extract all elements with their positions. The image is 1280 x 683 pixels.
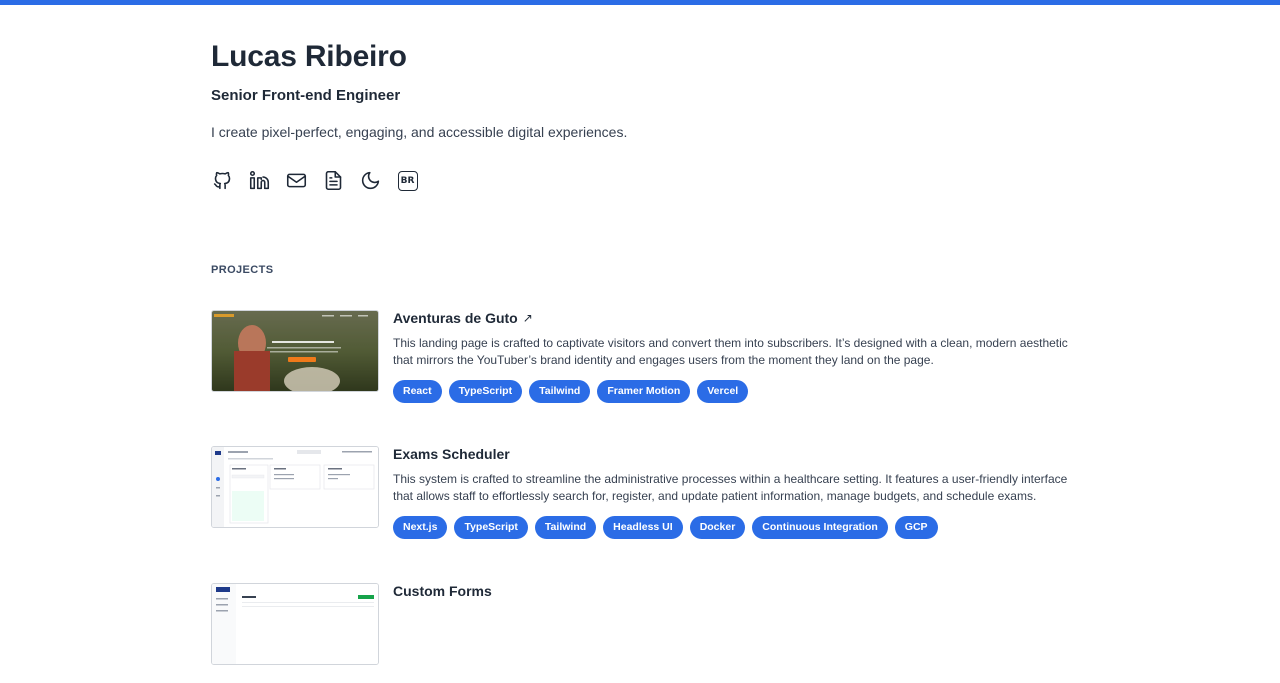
project-details: Aventuras de Guto ↗ This landing page is… xyxy=(393,310,1071,403)
moon-icon xyxy=(361,171,380,190)
top-accent-bar xyxy=(0,0,1280,5)
language-toggle-button[interactable]: BR xyxy=(396,169,419,192)
tech-tag: Next.js xyxy=(393,516,448,539)
tech-tag: Continuous Integration xyxy=(752,516,888,539)
tech-tag: Docker xyxy=(689,516,746,539)
project-title: Aventuras de Guto xyxy=(393,310,518,326)
tech-tag: Tailwind xyxy=(529,380,591,403)
resume-link[interactable] xyxy=(322,169,345,192)
app-screenshot-image xyxy=(212,447,378,527)
app-screenshot-image xyxy=(212,584,378,664)
project-description: This landing page is crafted to captivat… xyxy=(393,336,1068,367)
tech-tag: Tailwind xyxy=(534,516,597,539)
linkedin-link[interactable] xyxy=(248,169,271,192)
tech-tag: TypeScript xyxy=(448,380,523,403)
project-card: Exams Scheduler This system is crafted t… xyxy=(211,446,1071,546)
project-thumbnail[interactable] xyxy=(211,446,379,528)
project-details: Custom Forms xyxy=(393,583,1071,599)
project-description: This system is crafted to streamline the… xyxy=(393,472,1068,503)
tech-tags: Next.js TypeScript Tailwind Headless UI … xyxy=(393,516,1071,539)
linkedin-icon xyxy=(249,170,270,190)
project-thumbnail[interactable] xyxy=(211,310,379,392)
project-title: Exams Scheduler xyxy=(393,446,510,462)
project-card: Aventuras de Guto ↗ This landing page is… xyxy=(211,310,1071,410)
language-icon: BR xyxy=(397,170,418,191)
tech-tag: Headless UI xyxy=(603,516,683,539)
theme-toggle-button[interactable] xyxy=(359,169,382,192)
github-link[interactable] xyxy=(211,169,234,192)
project-card: Custom Forms xyxy=(211,583,1071,683)
email-link[interactable] xyxy=(285,169,308,192)
tech-tag: TypeScript xyxy=(454,516,528,539)
github-icon xyxy=(213,171,231,190)
external-arrow-icon: ↗ xyxy=(522,311,533,325)
tech-tag: Framer Motion xyxy=(597,380,691,403)
tech-tag: React xyxy=(393,380,442,403)
tagline: I create pixel-perfect, engaging, and ac… xyxy=(211,124,628,140)
project-thumbnail[interactable] xyxy=(211,583,379,665)
job-title: Senior Front-end Engineer xyxy=(211,87,401,104)
tech-tags: React TypeScript Tailwind Framer Motion … xyxy=(393,380,1071,403)
tech-tag: GCP xyxy=(894,516,938,539)
landscape-photo-image xyxy=(212,311,378,391)
project-title: Custom Forms xyxy=(393,583,492,599)
document-icon xyxy=(325,170,342,191)
mail-icon xyxy=(286,173,307,188)
social-links: BR xyxy=(211,169,419,192)
project-title-link[interactable]: Aventuras de Guto ↗ xyxy=(393,310,1071,326)
projects-heading: PROJECTS xyxy=(211,264,274,276)
page-title: Lucas Ribeiro xyxy=(211,40,407,73)
project-details: Exams Scheduler This system is crafted t… xyxy=(393,446,1071,539)
tech-tag: Vercel xyxy=(697,380,749,403)
